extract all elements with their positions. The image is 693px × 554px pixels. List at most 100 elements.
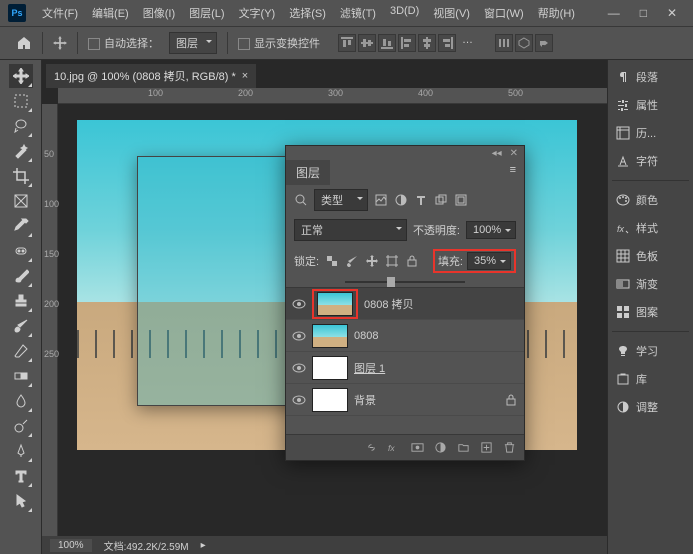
menu-view[interactable]: 视图(V) xyxy=(427,3,476,23)
dock-character[interactable]: 字符 xyxy=(612,150,689,172)
menu-edit[interactable]: 编辑(E) xyxy=(86,3,135,23)
chevron-right-icon[interactable]: ▸ xyxy=(201,540,206,551)
layer-name[interactable]: 0808 xyxy=(354,330,378,342)
dock-history[interactable]: 历... xyxy=(612,122,689,144)
link-layers-icon[interactable] xyxy=(365,441,378,454)
menu-help[interactable]: 帮助(H) xyxy=(532,3,581,23)
align-bottom-icon[interactable] xyxy=(378,34,396,52)
filter-adjustment-icon[interactable] xyxy=(394,193,408,207)
layer-group-icon[interactable] xyxy=(457,441,470,454)
lock-position-icon[interactable] xyxy=(365,254,379,268)
filter-smart-icon[interactable] xyxy=(454,193,468,207)
dodge-tool[interactable] xyxy=(9,414,33,438)
visibility-icon[interactable] xyxy=(292,393,306,407)
align-vcenter-icon[interactable] xyxy=(358,34,376,52)
dock-styles[interactable]: fx样式 xyxy=(612,217,689,239)
marquee-tool[interactable] xyxy=(9,89,33,113)
dock-properties[interactable]: 属性 xyxy=(612,94,689,116)
layer-name[interactable]: 图层 1 xyxy=(354,360,385,376)
path-select-tool[interactable] xyxy=(9,489,33,513)
dock-color[interactable]: 颜色 xyxy=(612,189,689,211)
opacity-input[interactable]: 100% xyxy=(466,221,516,239)
fill-slider[interactable] xyxy=(345,281,465,283)
menu-type[interactable]: 文字(Y) xyxy=(233,3,282,23)
delete-layer-icon[interactable] xyxy=(503,441,516,454)
close-icon[interactable]: ✕ xyxy=(667,6,677,20)
stamp-tool[interactable] xyxy=(9,289,33,313)
layer-fx-icon[interactable]: fx xyxy=(388,441,401,454)
document-tab[interactable]: 10.jpg @ 100% (0808 拷贝, RGB/8) * × xyxy=(46,64,256,88)
lock-transparent-icon[interactable] xyxy=(325,254,339,268)
crop-tool[interactable] xyxy=(9,164,33,188)
adjustment-layer-icon[interactable] xyxy=(434,441,447,454)
align-right-icon[interactable] xyxy=(438,34,456,52)
menu-3d[interactable]: 3D(D) xyxy=(384,3,425,23)
align-more-button[interactable]: … xyxy=(458,34,477,52)
magic-wand-tool[interactable] xyxy=(9,139,33,163)
dock-swatches[interactable]: 色板 xyxy=(612,245,689,267)
visibility-icon[interactable] xyxy=(292,361,306,375)
search-icon[interactable] xyxy=(294,193,308,207)
layer-filter-dropdown[interactable]: 类型 xyxy=(314,189,368,211)
dock-paragraph[interactable]: 段落 xyxy=(612,66,689,88)
dock-gradient[interactable]: 渐变 xyxy=(612,273,689,295)
layer-row[interactable]: 图层 1 xyxy=(286,352,524,384)
panel-close-icon[interactable]: ✕ xyxy=(510,148,518,158)
panel-collapse-icon[interactable]: ◂◂ xyxy=(492,148,502,158)
healing-tool[interactable] xyxy=(9,239,33,263)
filter-pixel-icon[interactable] xyxy=(374,193,388,207)
eraser-tool[interactable] xyxy=(9,339,33,363)
align-left-icon[interactable] xyxy=(398,34,416,52)
layer-name[interactable]: 0808 拷贝 xyxy=(364,296,414,312)
filter-shape-icon[interactable] xyxy=(434,193,448,207)
3d-mode-icon[interactable] xyxy=(515,34,533,52)
minimize-icon[interactable]: ― xyxy=(608,6,620,20)
zoom-level[interactable]: 100% xyxy=(50,539,92,552)
auto-select-target-dropdown[interactable]: 图层 xyxy=(169,32,217,54)
share-icon[interactable] xyxy=(535,34,553,52)
dock-libraries[interactable]: 库 xyxy=(612,368,689,390)
tab-close-icon[interactable]: × xyxy=(242,70,248,82)
menu-select[interactable]: 选择(S) xyxy=(283,3,332,23)
lock-all-icon[interactable] xyxy=(405,254,419,268)
blend-mode-dropdown[interactable]: 正常 xyxy=(294,219,407,241)
auto-select-checkbox[interactable]: 自动选择： xyxy=(88,35,159,51)
menu-layer[interactable]: 图层(L) xyxy=(183,3,230,23)
layer-mask-icon[interactable] xyxy=(411,441,424,454)
menu-window[interactable]: 窗口(W) xyxy=(478,3,530,23)
history-brush-tool[interactable] xyxy=(9,314,33,338)
panel-menu-icon[interactable]: ≡ xyxy=(502,160,524,180)
lock-artboard-icon[interactable] xyxy=(385,254,399,268)
layers-tab[interactable]: 图层 xyxy=(286,160,330,185)
blur-tool[interactable] xyxy=(9,389,33,413)
new-layer-icon[interactable] xyxy=(480,441,493,454)
move-tool[interactable] xyxy=(9,64,33,88)
menu-image[interactable]: 图像(I) xyxy=(137,3,181,23)
layer-row[interactable]: 0808 拷贝 xyxy=(286,288,524,320)
brush-tool[interactable] xyxy=(9,264,33,288)
type-tool[interactable] xyxy=(9,464,33,488)
lock-pixels-icon[interactable] xyxy=(345,254,359,268)
home-icon[interactable] xyxy=(16,35,32,51)
menu-filter[interactable]: 滤镜(T) xyxy=(334,3,382,23)
dock-patterns[interactable]: 图案 xyxy=(612,301,689,323)
show-transform-checkbox[interactable]: 显示变换控件 xyxy=(238,35,320,51)
layer-name[interactable]: 背景 xyxy=(354,392,376,408)
lock-icon[interactable] xyxy=(504,393,518,407)
layer-row[interactable]: 背景 xyxy=(286,384,524,416)
pen-tool[interactable] xyxy=(9,439,33,463)
layer-row[interactable]: 0808 xyxy=(286,320,524,352)
lasso-tool[interactable] xyxy=(9,114,33,138)
align-hcenter-icon[interactable] xyxy=(418,34,436,52)
align-top-icon[interactable] xyxy=(338,34,356,52)
gradient-tool[interactable] xyxy=(9,364,33,388)
dock-learn[interactable]: 学习 xyxy=(612,340,689,362)
visibility-icon[interactable] xyxy=(292,329,306,343)
filter-type-icon[interactable] xyxy=(414,193,428,207)
menu-file[interactable]: 文件(F) xyxy=(36,3,84,23)
eyedropper-tool[interactable] xyxy=(9,214,33,238)
fill-input[interactable]: 35% xyxy=(467,252,511,270)
dock-adjustments[interactable]: 调整 xyxy=(612,396,689,418)
maximize-icon[interactable]: □ xyxy=(640,6,647,20)
frame-tool[interactable] xyxy=(9,189,33,213)
